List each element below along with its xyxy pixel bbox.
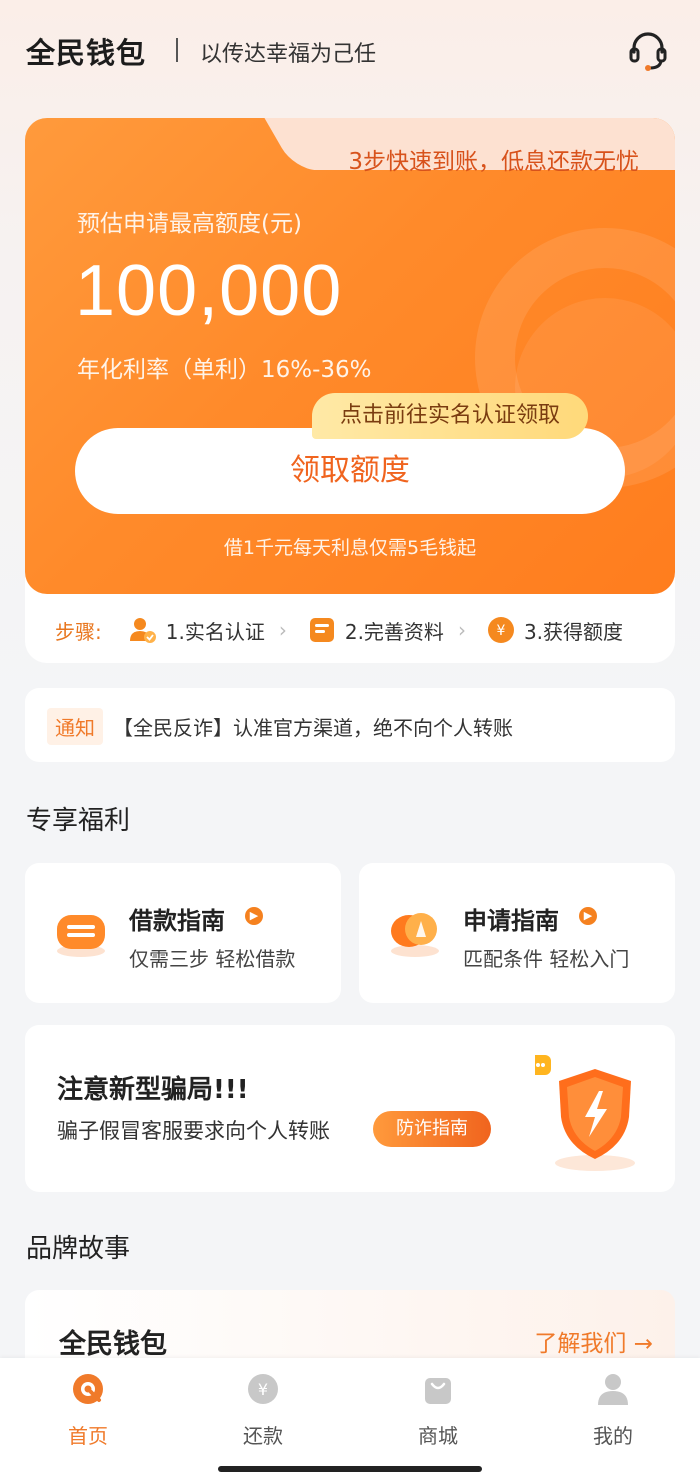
yuan-coin-icon: ¥ (487, 617, 514, 643)
header: 全民钱包 以传达幸福为己任 (0, 0, 700, 100)
benefit-subtitle: 匹配条件 轻松入门 (463, 947, 630, 971)
benefits-section-title: 专享福利 (26, 806, 131, 836)
benefit-subtitle: 仅需三步 轻松借款 (129, 947, 296, 971)
home-indicator (218, 1466, 482, 1472)
tab-label: 首页 (68, 1424, 108, 1448)
customer-service-headset-icon[interactable] (626, 28, 670, 72)
loan-guide-icon (57, 915, 105, 957)
fraud-subtitle: 骗子假冒客服要求向个人转账 (57, 1119, 330, 1143)
arrow-right-icon: ▶ (245, 907, 263, 925)
claim-quota-button[interactable]: 领取额度 (75, 428, 625, 514)
tab-label: 还款 (243, 1424, 283, 1448)
hero-subtitle: 借1千元每天利息仅需5毛钱起 (223, 537, 477, 559)
brand-section-title: 品牌故事 (26, 1234, 131, 1264)
benefit-title: 申请指南 (463, 907, 559, 935)
step-real-name[interactable]: 1.实名认证 › (128, 615, 287, 645)
brand-name: 全民钱包 (59, 1329, 167, 1360)
step-label: 3.获得额度 (523, 619, 624, 644)
tab-label: 我的 (593, 1424, 633, 1448)
step-get-quota[interactable]: ¥ 3.获得额度 (486, 615, 623, 645)
anti-fraud-guide-button[interactable]: 防诈指南 (373, 1111, 491, 1147)
home-icon (73, 1374, 103, 1404)
notice-text: 【全民反诈】认准官方渠道，绝不向个人转账 (113, 716, 513, 740)
step-label: 2.完善资料 (344, 619, 444, 644)
shopping-bag-icon (425, 1378, 451, 1404)
notice-tag: 通知 (47, 708, 103, 745)
steps-label: 步骤: (55, 619, 102, 644)
quota-label: 预估申请最高额度(元) (77, 211, 302, 237)
interest-rate-label: 年化利率（单利）16%-36% (77, 357, 372, 383)
tab-profile[interactable]: 我的 (553, 1372, 673, 1449)
hero-promo-tab: 3步快速到账，低息还款无忧 (275, 124, 675, 194)
credit-hero-card: 预估申请最高额度(元) 100,000 年化利率（单利）16%-36% 领取额度… (25, 118, 675, 663)
tab-mall[interactable]: 商城 (378, 1372, 498, 1449)
step-complete-info[interactable]: 2.完善资料 › (307, 615, 466, 645)
tab-repay[interactable]: ¥ 还款 (203, 1372, 323, 1449)
apply-guide-card[interactable]: 申请指南 ▶ 匹配条件 轻松入门 (359, 863, 675, 1003)
svg-text:¥: ¥ (496, 623, 505, 639)
svg-text:¥: ¥ (258, 1380, 268, 1399)
benefit-title: 借款指南 (129, 907, 225, 935)
tab-home[interactable]: 首页 (28, 1372, 148, 1449)
compass-icon (391, 913, 439, 957)
quota-value: 100,000 (75, 251, 343, 331)
claim-tip-badge[interactable]: 点击前往实名认证领取 (312, 393, 589, 439)
about-us-link[interactable]: 了解我们 → (534, 1324, 653, 1358)
steps-row: 步骤: 1.实名认证 › 2.完善资料 › ¥ 3.获得额度 (25, 608, 675, 652)
app-slogan: 以传达幸福为己任 (200, 42, 377, 67)
arrow-right-icon: ▶ (579, 907, 597, 925)
step-label: 1.实名认证 (165, 619, 265, 644)
hero-promo-text: 3步快速到账，低息还款无忧 (348, 149, 639, 175)
loan-guide-card[interactable]: 借款指南 ▶ 仅需三步 轻松借款 (25, 863, 341, 1003)
shield-lightning-icon (535, 1055, 635, 1171)
tab-label: 商城 (418, 1424, 458, 1448)
chevron-right-icon: › (457, 618, 466, 642)
user-verify-icon (129, 618, 156, 643)
bottom-tab-bar: 首页 ¥ 还款 商城 我的 (0, 1358, 700, 1475)
header-divider (176, 38, 178, 62)
anti-fraud-card[interactable]: 注意新型骗局!!! 骗子假冒客服要求向个人转账 防诈指南 (25, 1025, 675, 1192)
chevron-right-icon: › (278, 618, 287, 642)
profile-icon (598, 1374, 628, 1405)
fraud-title: 注意新型骗局!!! (57, 1075, 249, 1105)
document-icon (309, 618, 334, 642)
app-title: 全民钱包 (26, 36, 147, 70)
repay-yuan-icon: ¥ (248, 1374, 278, 1404)
notice-bar[interactable]: 通知 【全民反诈】认准官方渠道，绝不向个人转账 (25, 688, 675, 762)
